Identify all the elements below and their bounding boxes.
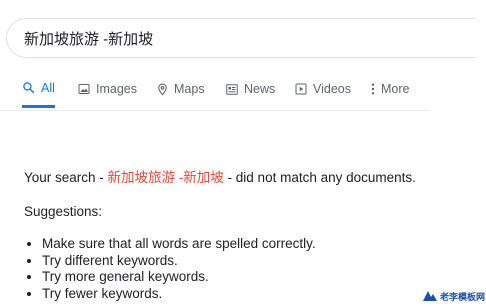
not-match-suffix: - did not match any documents. xyxy=(223,170,416,185)
image-icon xyxy=(78,84,90,94)
not-match-query: 新加坡旅游 -新加坡 xyxy=(107,170,224,185)
suggestion-item: Try different keywords. xyxy=(42,253,474,270)
suggestion-item: Make sure that all words are spelled cor… xyxy=(42,236,474,253)
kebab-icon xyxy=(371,83,375,95)
tab-more[interactable]: More xyxy=(371,70,409,108)
tab-maps[interactable]: Maps xyxy=(157,70,205,108)
tab-news[interactable]: News xyxy=(226,70,275,108)
map-pin-icon xyxy=(158,83,167,95)
play-icon xyxy=(295,83,307,95)
tab-all-label: All xyxy=(41,80,55,95)
tab-more-label: More xyxy=(381,82,410,96)
suggestion-item: Try more general keywords. xyxy=(42,269,474,286)
not-match-prefix: Your search - xyxy=(24,170,108,185)
tabs-divider xyxy=(0,110,430,111)
tab-all[interactable]: All xyxy=(22,70,55,108)
watermark-logo-icon xyxy=(423,291,437,301)
tab-images[interactable]: Images xyxy=(78,70,137,108)
news-icon xyxy=(226,83,238,95)
tab-videos-label: Videos xyxy=(313,82,351,96)
tab-news-label: News xyxy=(244,82,276,96)
search-input[interactable] xyxy=(24,28,444,48)
search-icon xyxy=(23,82,35,94)
watermark: 老李模板网 xyxy=(422,288,485,304)
suggestion-item: Try fewer keywords. xyxy=(42,286,474,303)
search-tabs: All Images Maps News Videos More xyxy=(0,70,486,110)
not-match-text: Your search - 新加坡旅游 -新加坡 - did not match… xyxy=(24,168,474,188)
search-box[interactable] xyxy=(6,18,476,58)
tab-maps-label: Maps xyxy=(174,82,205,96)
suggestions-title: Suggestions: xyxy=(24,204,103,219)
no-results-message: Your search - 新加坡旅游 -新加坡 - did not match… xyxy=(24,168,474,302)
tab-images-label: Images xyxy=(96,82,137,96)
suggestions-list: Make sure that all words are spelled cor… xyxy=(24,236,474,302)
tab-videos[interactable]: Videos xyxy=(295,70,351,108)
watermark-text: 老李模板网 xyxy=(440,291,486,302)
